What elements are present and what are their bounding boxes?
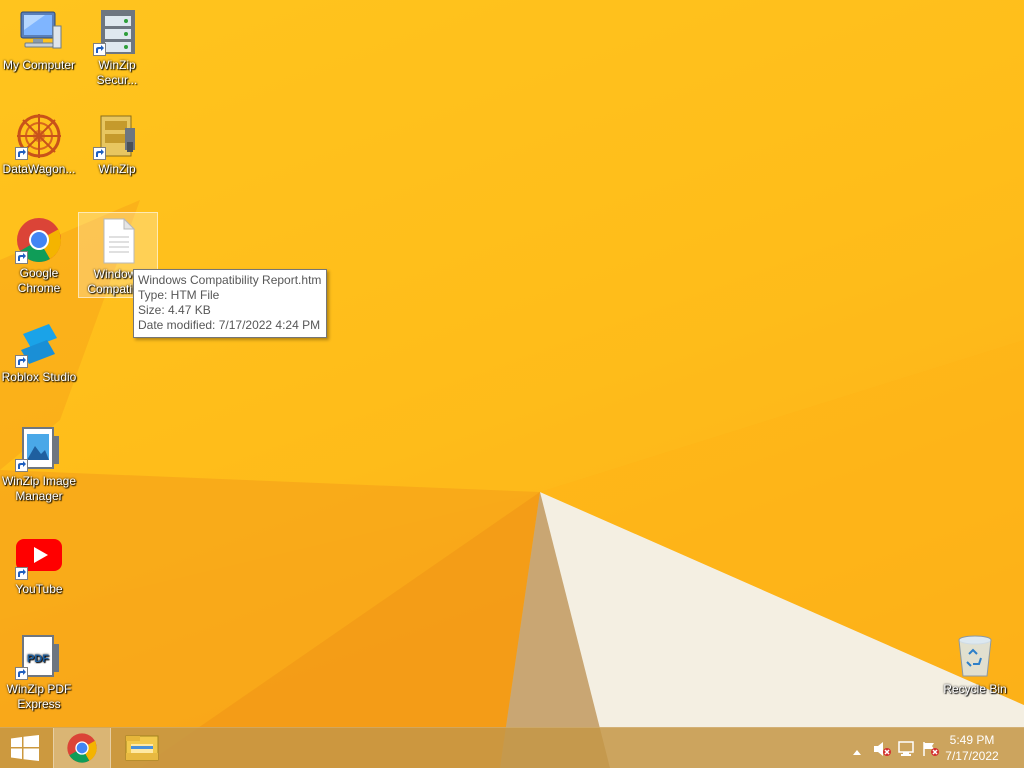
desktop-icon-winzip[interactable]: WinZip xyxy=(78,108,156,177)
tooltip-file-name: Windows Compatibility Report.htm xyxy=(138,273,322,287)
winzip-image-manager-icon xyxy=(15,424,63,472)
file-explorer-icon xyxy=(125,735,159,761)
winzip-pdf-icon: PDF xyxy=(15,632,63,680)
winzip-secure-icon xyxy=(93,8,141,56)
desktop-icon-label: WinZip PDF Express xyxy=(6,682,72,711)
desktop-icon-winzip-image-manager[interactable]: WinZip Image Manager xyxy=(0,420,78,504)
roblox-studio-icon xyxy=(15,320,63,368)
desktop-icon-label: YouTube xyxy=(15,582,63,596)
chrome-icon xyxy=(15,216,63,264)
shortcut-arrow-icon xyxy=(15,147,28,160)
desktop-icon-label: Recycle Bin xyxy=(943,682,1007,696)
datawagon-icon xyxy=(15,112,63,160)
desktop-icon-label: Google Chrome xyxy=(17,266,61,295)
clock-time: 5:49 PM xyxy=(949,733,995,747)
desktop-icon-my-computer[interactable]: My Computer xyxy=(0,4,78,73)
windows-logo-icon xyxy=(11,735,39,761)
shortcut-arrow-icon xyxy=(93,147,106,160)
chrome-icon xyxy=(67,733,97,763)
desktop-icon-google-chrome[interactable]: Google Chrome xyxy=(0,212,78,296)
desktop-icon-youtube[interactable]: YouTube xyxy=(0,528,78,597)
desktop[interactable]: My Computer WinZip Secur... DataWagon...… xyxy=(0,0,1024,768)
recycle-bin-icon xyxy=(951,632,999,680)
tooltip-file-size: Size: 4.47 KB xyxy=(138,303,211,317)
desktop-icon-winzip-pdf-express[interactable]: PDF WinZip PDF Express xyxy=(0,628,78,712)
shortcut-arrow-icon xyxy=(15,355,28,368)
network-button[interactable] xyxy=(898,741,916,762)
youtube-icon xyxy=(15,532,63,580)
svg-text:PDF: PDF xyxy=(27,653,49,665)
tooltip-file-type: Type: HTM File xyxy=(138,288,220,302)
computer-icon xyxy=(15,8,63,56)
document-icon xyxy=(94,217,142,265)
network-icon xyxy=(898,741,914,756)
taskbar-chrome-button[interactable] xyxy=(53,728,111,768)
desktop-icon-label: DataWagon... xyxy=(2,162,76,176)
show-hidden-icons-button[interactable] xyxy=(852,743,862,761)
file-tooltip: Windows Compatibility Report.htm Type: H… xyxy=(133,269,328,338)
volume-button[interactable] xyxy=(873,741,891,762)
desktop-icon-label: Roblox Studio xyxy=(1,370,77,384)
desktop-icon-label: WinZip xyxy=(98,162,136,176)
taskbar-clock[interactable]: 5:49 PM 7/17/2022 xyxy=(942,732,1002,764)
tooltip-date-modified: Date modified: 7/17/2022 4:24 PM xyxy=(138,318,321,332)
shortcut-arrow-icon xyxy=(15,667,28,680)
shortcut-arrow-icon xyxy=(15,251,28,264)
taskbar-file-explorer-button[interactable] xyxy=(113,728,171,768)
shortcut-arrow-icon xyxy=(15,459,28,472)
action-center-button[interactable] xyxy=(922,741,940,762)
desktop-icon-datawagon[interactable]: DataWagon... xyxy=(0,108,78,177)
desktop-icon-winzip-secure[interactable]: WinZip Secur... xyxy=(78,4,156,88)
taskbar: 5:49 PM 7/17/2022 xyxy=(0,727,1024,768)
shortcut-arrow-icon xyxy=(93,43,106,56)
clock-date: 7/17/2022 xyxy=(945,749,999,763)
desktop-icon-label: My Computer xyxy=(2,58,76,72)
winzip-icon xyxy=(93,112,141,160)
volume-muted-icon xyxy=(874,742,891,756)
start-button[interactable] xyxy=(0,728,50,768)
desktop-icon-label: WinZip Secur... xyxy=(96,58,138,87)
chevron-up-icon xyxy=(853,750,861,755)
action-center-flag-icon xyxy=(923,742,939,756)
desktop-icon-label: WinZip Image Manager xyxy=(1,474,77,503)
shortcut-arrow-icon xyxy=(15,567,28,580)
desktop-icon-recycle-bin[interactable]: Recycle Bin xyxy=(936,628,1014,697)
desktop-icon-roblox-studio[interactable]: Roblox Studio xyxy=(0,316,78,385)
